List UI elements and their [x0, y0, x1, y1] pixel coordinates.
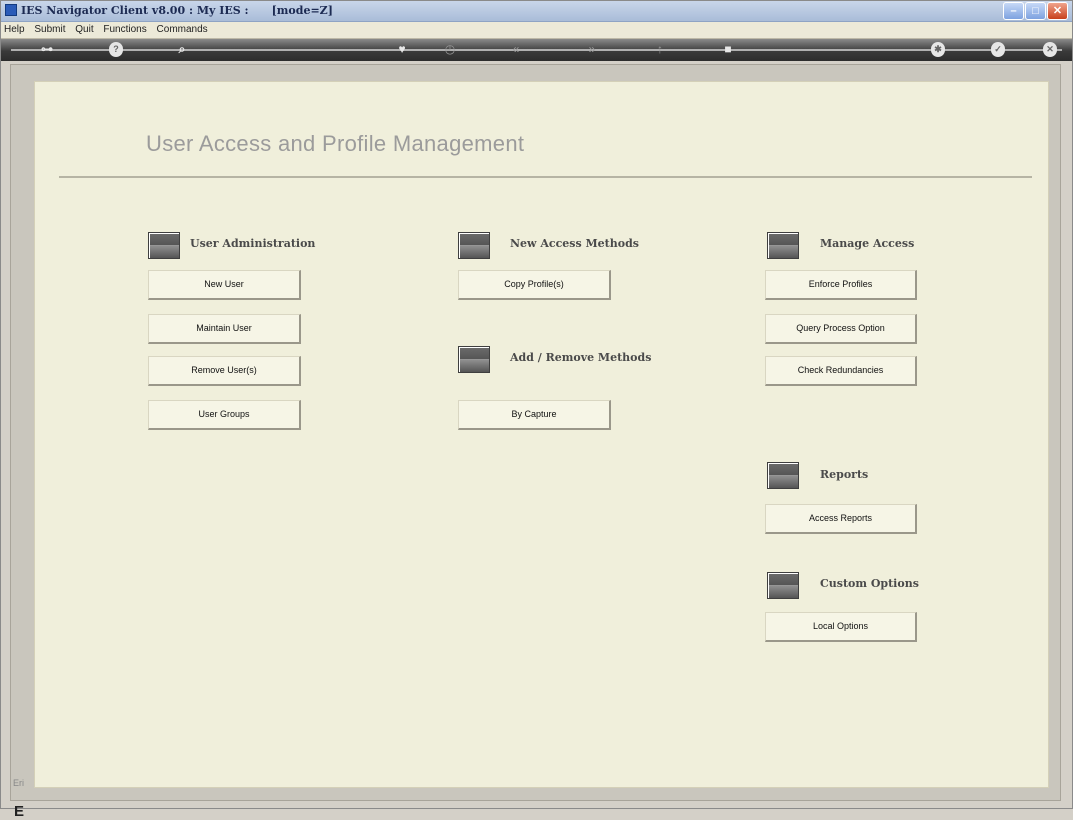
- new-access-icon: [458, 232, 490, 259]
- section-manage-access: Manage Access: [820, 237, 915, 250]
- custom-options-icon: [767, 572, 799, 599]
- forward-icon[interactable]: »: [585, 42, 599, 57]
- content-frame: User Access and Profile Management User …: [10, 64, 1061, 820]
- title-divider: [59, 176, 1032, 178]
- query-process-option-button[interactable]: Query Process Option: [765, 314, 917, 344]
- app-window: IES Navigator Client v8.00 : My IES : [m…: [0, 0, 1073, 820]
- menu-functions[interactable]: Functions: [100, 22, 150, 35]
- clock-icon[interactable]: ◴: [443, 42, 457, 57]
- stop-icon[interactable]: ■: [721, 42, 735, 57]
- manage-access-icon: [767, 232, 799, 259]
- enforce-profiles-button[interactable]: Enforce Profiles: [765, 270, 917, 300]
- page-title: User Access and Profile Management: [146, 131, 525, 156]
- minimize-icon[interactable]: –: [1003, 2, 1024, 20]
- menu-quit[interactable]: Quit: [72, 22, 97, 35]
- menu-help[interactable]: Help: [1, 22, 29, 35]
- key-icon[interactable]: ⊶: [35, 42, 59, 57]
- toolbar: ⊶ ? ⌕ ♥ ◴ « » ↑ ■ ✱ ✓ ✕: [1, 39, 1072, 61]
- check-icon[interactable]: ✓: [991, 42, 1005, 57]
- maximize-icon[interactable]: □: [1025, 2, 1046, 20]
- window-title: IES Navigator Client v8.00 : My IES : [m…: [21, 4, 333, 17]
- settings-icon[interactable]: ✱: [931, 42, 945, 57]
- access-reports-button[interactable]: Access Reports: [765, 504, 917, 534]
- section-custom-options: Custom Options: [820, 577, 919, 590]
- close-icon[interactable]: ✕: [1043, 42, 1057, 57]
- by-capture-button[interactable]: By Capture: [458, 400, 611, 430]
- window-controls: – □ ✕: [1003, 2, 1068, 20]
- search-icon[interactable]: ⌕: [175, 42, 189, 57]
- menu-submit[interactable]: Submit: [31, 22, 69, 35]
- close-window-icon[interactable]: ✕: [1047, 2, 1068, 20]
- heart-icon[interactable]: ♥: [395, 42, 409, 57]
- section-user-administration: User Administration: [190, 237, 316, 250]
- up-icon[interactable]: ↑: [653, 42, 667, 57]
- add-remove-icon: [458, 346, 490, 373]
- app-icon: [5, 4, 17, 16]
- check-redundancies-button[interactable]: Check Redundancies: [765, 356, 917, 386]
- user-groups-button[interactable]: User Groups: [148, 400, 301, 430]
- help-icon[interactable]: ?: [109, 42, 123, 57]
- remove-users-button[interactable]: Remove User(s): [148, 356, 301, 386]
- section-add-remove-methods: Add / Remove Methods: [510, 351, 652, 364]
- title-bar: IES Navigator Client v8.00 : My IES : [m…: [1, 1, 1072, 22]
- copy-profiles-button[interactable]: Copy Profile(s): [458, 270, 611, 300]
- menu-commands[interactable]: Commands: [154, 22, 212, 35]
- toolbar-rail: [11, 49, 1062, 51]
- main-panel: User Access and Profile Management User …: [34, 81, 1049, 788]
- section-new-access-methods: New Access Methods: [510, 237, 639, 250]
- new-user-button[interactable]: New User: [148, 270, 301, 300]
- maintain-user-button[interactable]: Maintain User: [148, 314, 301, 344]
- user-admin-icon: [148, 232, 180, 259]
- side-label: Eri: [13, 778, 24, 788]
- menu-bar: Help Submit Quit Functions Commands: [1, 22, 1072, 39]
- local-options-button[interactable]: Local Options: [765, 612, 917, 642]
- section-reports: Reports: [820, 468, 869, 481]
- rewind-icon[interactable]: «: [509, 42, 523, 57]
- side-char: E: [14, 803, 25, 820]
- reports-icon: [767, 462, 799, 489]
